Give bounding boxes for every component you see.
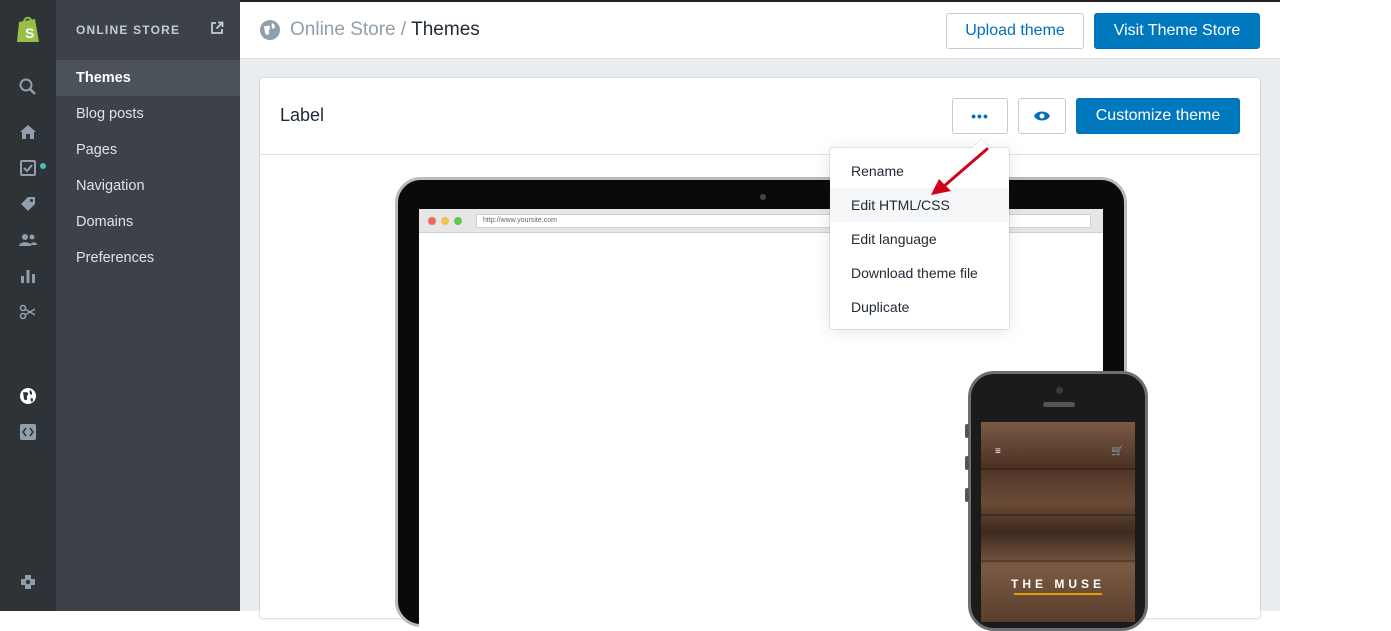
analytics-icon[interactable] bbox=[18, 266, 38, 286]
visit-theme-store-button[interactable]: Visit Theme Store bbox=[1094, 13, 1260, 49]
laptop-camera bbox=[760, 194, 766, 200]
apps-icon[interactable] bbox=[18, 422, 38, 442]
sidebar-heading: ONLINE STORE bbox=[76, 23, 181, 37]
shopify-logo-icon[interactable]: S bbox=[14, 14, 42, 44]
phone-side-button bbox=[965, 488, 969, 502]
wood-plank bbox=[981, 468, 1135, 470]
annotation-arrow-icon bbox=[931, 147, 989, 195]
phone-menu-icon: ≡ bbox=[995, 446, 1001, 457]
card-divider bbox=[260, 154, 1260, 155]
preview-button[interactable] bbox=[1018, 98, 1066, 134]
products-icon[interactable] bbox=[18, 194, 38, 214]
phone-preview: ≡ 🛒 THE MUSE bbox=[965, 371, 1148, 631]
menu-item-duplicate[interactable]: Duplicate bbox=[830, 290, 1009, 324]
wood-plank bbox=[981, 560, 1135, 562]
sidebar-item-themes[interactable]: Themes bbox=[56, 60, 240, 96]
icon-rail: S bbox=[0, 0, 56, 611]
sidebar-item-pages[interactable]: Pages bbox=[56, 132, 240, 168]
online-store-icon[interactable] bbox=[18, 386, 38, 406]
notification-dot bbox=[40, 163, 46, 169]
menu-item-edit-language[interactable]: Edit language bbox=[830, 222, 1009, 256]
online-store-sidebar: ONLINE STORE Themes Blog posts Pages Nav… bbox=[56, 0, 240, 611]
breadcrumb-parent[interactable]: Online Store bbox=[290, 19, 396, 40]
breadcrumb: Online Store / Themes bbox=[290, 19, 480, 41]
browser-maximize-dot bbox=[454, 217, 462, 225]
sidebar-item-preferences[interactable]: Preferences bbox=[56, 240, 240, 276]
main-content: Online Store / Themes Upload theme Visit… bbox=[240, 2, 1280, 631]
eye-icon bbox=[1034, 111, 1050, 121]
more-actions-button[interactable]: ••• bbox=[952, 98, 1008, 134]
menu-item-download-theme-file[interactable]: Download theme file bbox=[830, 256, 1009, 290]
sidebar-item-domains[interactable]: Domains bbox=[56, 204, 240, 240]
home-icon[interactable] bbox=[18, 122, 38, 142]
page-header: Online Store / Themes Upload theme Visit… bbox=[240, 2, 1280, 59]
discounts-icon[interactable] bbox=[18, 302, 38, 322]
customize-theme-button[interactable]: Customize theme bbox=[1076, 98, 1240, 134]
wood-plank bbox=[981, 514, 1135, 516]
phone-brand-title: THE MUSE bbox=[1010, 577, 1105, 591]
search-icon[interactable] bbox=[18, 77, 38, 97]
theme-name: Label bbox=[280, 105, 325, 125]
phone-speaker bbox=[1043, 402, 1075, 407]
customers-icon[interactable] bbox=[18, 230, 38, 250]
svg-text:S: S bbox=[25, 25, 34, 41]
breadcrumb-separator: / bbox=[395, 19, 412, 40]
upload-theme-button[interactable]: Upload theme bbox=[946, 13, 1084, 49]
external-link-icon[interactable] bbox=[210, 21, 224, 35]
browser-close-dot bbox=[428, 217, 436, 225]
page-title: Themes bbox=[411, 19, 480, 40]
phone-brand-underline bbox=[1014, 593, 1102, 595]
phone-screen: ≡ 🛒 THE MUSE bbox=[981, 422, 1135, 622]
orders-icon[interactable] bbox=[18, 158, 38, 178]
phone-side-button bbox=[965, 456, 969, 470]
phone-cart-icon: 🛒 bbox=[1111, 446, 1124, 457]
phone-front-camera bbox=[1056, 387, 1063, 394]
browser-minimize-dot bbox=[441, 217, 449, 225]
theme-card: Label ••• Customize theme http://www.you… bbox=[260, 78, 1260, 631]
settings-icon[interactable] bbox=[18, 572, 38, 592]
phone-side-button bbox=[965, 424, 969, 438]
online-store-breadcrumb-icon bbox=[260, 20, 280, 40]
sidebar-item-blog-posts[interactable]: Blog posts bbox=[56, 96, 240, 132]
sidebar-item-navigation[interactable]: Navigation bbox=[56, 168, 240, 204]
